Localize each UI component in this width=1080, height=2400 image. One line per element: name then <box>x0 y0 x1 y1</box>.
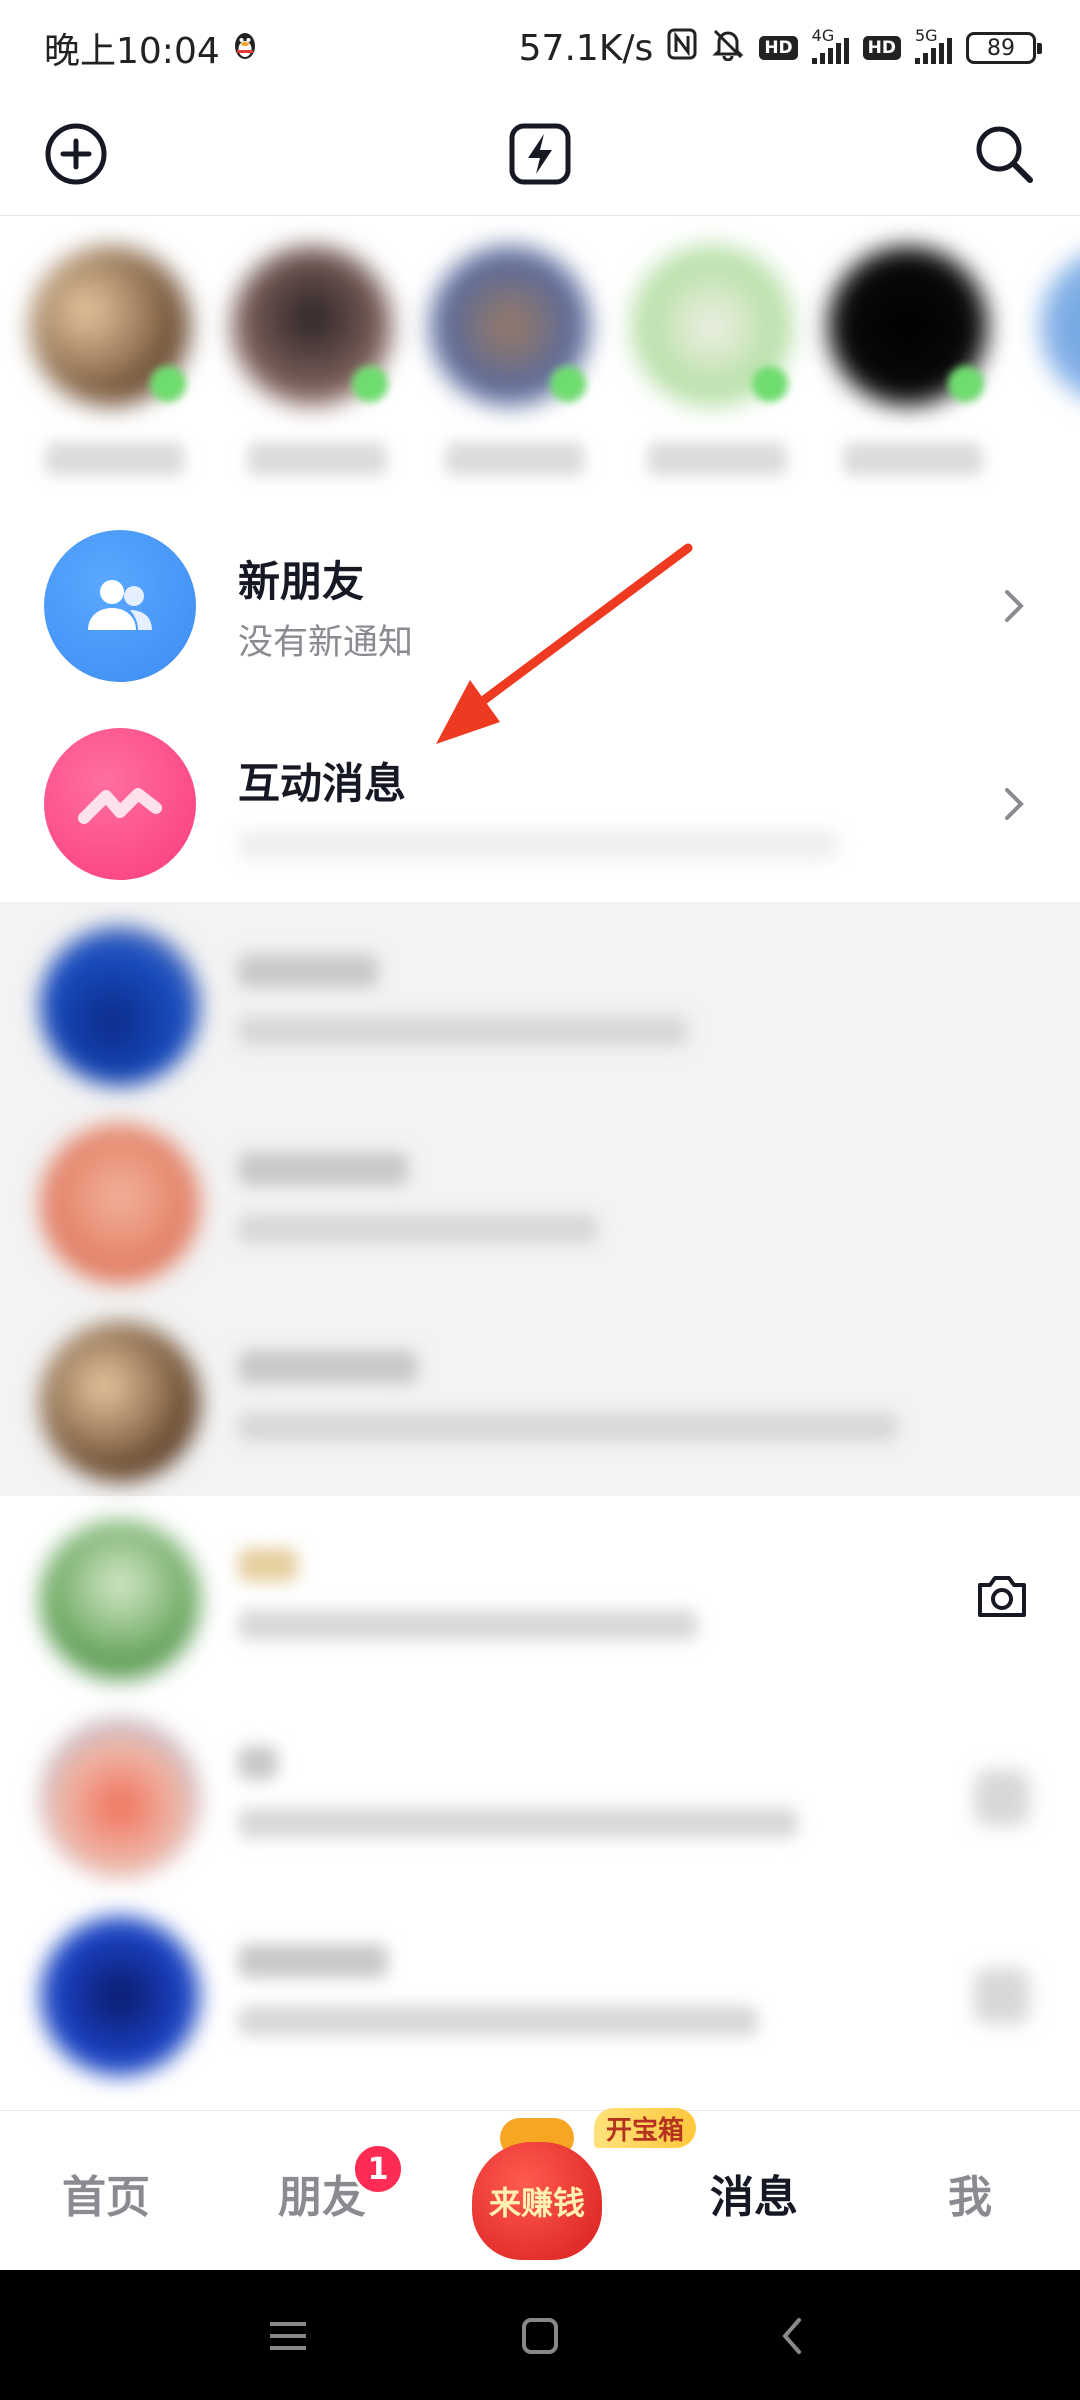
mute-bell-icon <box>711 27 745 70</box>
avatar <box>40 1718 200 1878</box>
chat-preview-blurred <box>238 1214 598 1244</box>
chat-name-blurred <box>238 1152 408 1186</box>
interaction-messages-title: 互动消息 <box>238 759 407 808</box>
earn-money-label: 来赚钱 <box>488 2184 585 2222</box>
back-icon[interactable] <box>762 2308 822 2364</box>
friends-badge: 1 <box>352 2143 404 2195</box>
signal-5g-icon: 5G <box>915 26 952 64</box>
chat-thumbnail-blurred <box>974 1968 1030 2024</box>
chat-name-blurred <box>238 1944 388 1978</box>
chat-list-item[interactable] <box>0 1498 1080 1696</box>
story-name-blurred <box>445 442 585 476</box>
net-type-5g: 5G <box>915 26 938 45</box>
open-treasure-tag[interactable]: 开宝箱 <box>594 2108 697 2148</box>
status-bar: 晚上10:04 57.1K/s HD 4G HD 5G 89 <box>0 0 1080 96</box>
top-bar <box>0 96 1080 216</box>
new-friends-title: 新朋友 <box>238 557 365 606</box>
story-name-blurred <box>247 442 387 476</box>
story-name-blurred <box>843 442 983 476</box>
avatar <box>40 1520 200 1680</box>
search-icon[interactable] <box>966 116 1042 192</box>
story-item[interactable] <box>632 246 802 476</box>
avatar <box>40 926 200 1086</box>
lucky-bag-icon: 来赚钱 <box>472 2142 602 2260</box>
online-dot <box>150 366 186 402</box>
story-item[interactable] <box>430 246 600 476</box>
avatar <box>40 1124 200 1284</box>
chat-name-blurred <box>238 1548 298 1582</box>
chat-name-blurred <box>238 1746 278 1780</box>
online-dot <box>948 366 984 402</box>
battery-level: 89 <box>987 35 1015 61</box>
story-item[interactable] <box>828 246 998 476</box>
avatar <box>40 1322 200 1482</box>
menu-icon[interactable] <box>258 2308 318 2364</box>
chat-thumbnail-blurred <box>974 1770 1030 1826</box>
home-square-icon[interactable] <box>510 2308 570 2364</box>
interaction-preview-blurred <box>238 830 838 860</box>
interaction-messages-icon <box>44 728 196 880</box>
interaction-messages-row[interactable]: 互动消息 <box>0 706 1080 904</box>
avatar <box>1040 246 1080 406</box>
battery-icon: 89 <box>966 32 1042 64</box>
signal-4g-icon: 4G <box>811 26 849 64</box>
hd-badge-1: HD <box>759 36 798 60</box>
plus-circle-icon[interactable] <box>38 116 114 192</box>
story-name-blurred <box>647 442 787 476</box>
qq-penguin-icon <box>232 28 258 69</box>
chat-preview-blurred <box>238 1808 798 1838</box>
chat-list-item[interactable] <box>0 1102 1080 1300</box>
chevron-right-icon <box>994 784 1034 824</box>
chat-name-blurred <box>238 1350 418 1384</box>
new-friends-icon <box>44 530 196 682</box>
story-item[interactable] <box>232 246 402 476</box>
new-friends-row[interactable]: 新朋友 没有新通知 <box>0 508 1080 706</box>
avatar <box>40 1916 200 2076</box>
chat-name-blurred <box>238 954 378 988</box>
chat-list-item[interactable] <box>0 1696 1080 1894</box>
system-navigation-bar <box>0 2270 1080 2400</box>
camera-icon[interactable] <box>968 1562 1036 1630</box>
nav-home[interactable]: 首页 <box>62 2161 150 2225</box>
nav-messages[interactable]: 消息 <box>710 2161 798 2225</box>
hd-badge-2: HD <box>862 36 901 60</box>
new-friends-subtitle: 没有新通知 <box>238 623 414 663</box>
chevron-right-icon <box>994 586 1034 626</box>
chat-preview-blurred <box>238 2006 758 2036</box>
status-time: 晚上10:04 <box>44 31 220 72</box>
online-dot <box>352 366 388 402</box>
story-item[interactable] <box>1040 246 1080 406</box>
network-speed: 57.1K/s <box>518 27 654 69</box>
chat-preview-blurred <box>238 1610 698 1640</box>
chat-list-item[interactable] <box>0 904 1080 1102</box>
story-item[interactable] <box>30 246 200 476</box>
nfc-icon <box>667 28 697 69</box>
online-dot <box>550 366 586 402</box>
chat-preview-blurred <box>238 1412 898 1442</box>
friends-story-row[interactable] <box>0 218 1080 498</box>
online-dot <box>752 366 788 402</box>
nav-me[interactable]: 我 <box>948 2161 992 2225</box>
chat-list-item[interactable] <box>0 1894 1080 2092</box>
net-type-4g: 4G <box>811 26 835 45</box>
story-name-blurred <box>45 442 185 476</box>
chat-list-item[interactable] <box>0 1300 1080 1498</box>
chat-preview-blurred <box>238 1016 688 1046</box>
lightning-icon[interactable] <box>502 116 578 192</box>
